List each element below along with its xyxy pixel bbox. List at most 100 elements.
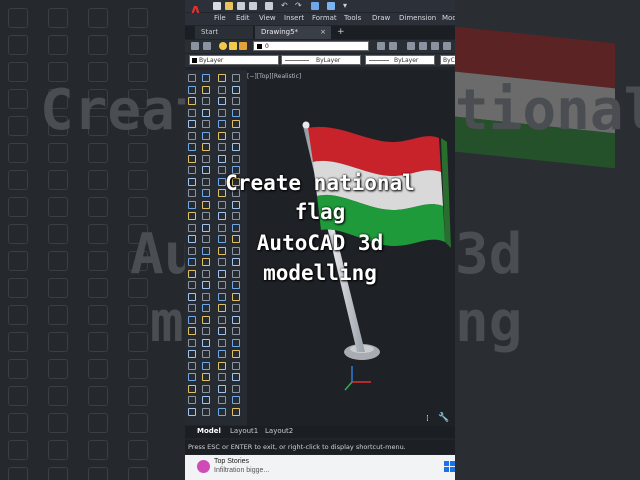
tool-button-icon[interactable]	[188, 85, 196, 94]
tool-button-icon[interactable]	[232, 327, 240, 335]
tool-button-icon[interactable]	[202, 143, 210, 151]
make-current-icon[interactable]	[377, 42, 385, 50]
tool-button-icon[interactable]	[202, 407, 210, 416]
tool-button-icon[interactable]	[218, 120, 226, 128]
tool-button-icon[interactable]	[218, 108, 226, 117]
tool-button-icon[interactable]	[218, 315, 226, 324]
color-dropdown[interactable]: ByLayer	[189, 55, 279, 65]
tab-start[interactable]: Start	[195, 26, 253, 39]
tool-button-icon[interactable]	[188, 327, 196, 335]
new-tab-icon[interactable]: +	[337, 26, 345, 39]
tool-button-icon[interactable]	[188, 223, 196, 232]
tool-button-icon[interactable]	[218, 131, 226, 140]
tool-button-icon[interactable]	[188, 338, 196, 347]
tool-button-icon[interactable]	[218, 338, 226, 347]
layer-off-icon[interactable]	[443, 42, 451, 50]
tool-button-icon[interactable]	[188, 407, 196, 416]
tool-button-icon[interactable]	[188, 108, 196, 117]
tool-button-icon[interactable]	[218, 373, 226, 381]
tool-button-icon[interactable]	[232, 315, 240, 324]
tool-button-icon[interactable]	[188, 292, 196, 301]
tool-button-icon[interactable]	[218, 143, 226, 151]
tool-button-icon[interactable]	[202, 327, 210, 335]
scrollbar-handle-icon[interactable]: ⁞	[426, 414, 429, 424]
layer-on-bulb-icon[interactable]	[219, 42, 227, 50]
tool-button-icon[interactable]	[232, 292, 240, 301]
tool-button-icon[interactable]	[188, 373, 196, 381]
menu-format[interactable]: Format	[312, 14, 337, 22]
tool-button-icon[interactable]	[202, 292, 210, 301]
menu-draw[interactable]: Draw	[372, 14, 390, 22]
tool-button-icon[interactable]	[202, 223, 210, 232]
tool-button-icon[interactable]	[188, 315, 196, 324]
menu-edit[interactable]: Edit	[236, 14, 250, 22]
plotstyle-dropdown[interactable]: ByC	[440, 55, 455, 65]
tool-button-icon[interactable]	[188, 361, 196, 370]
tool-button-icon[interactable]	[202, 373, 210, 381]
tool-button-icon[interactable]	[188, 74, 196, 82]
layer-states-icon[interactable]	[203, 42, 211, 50]
tab-model[interactable]: Model	[197, 427, 221, 435]
layer-unisolate-icon[interactable]	[431, 42, 439, 50]
tool-button-icon[interactable]	[218, 223, 226, 232]
wrench-icon[interactable]: 🔧	[438, 413, 449, 423]
tool-button-icon[interactable]	[218, 154, 226, 163]
tool-button-icon[interactable]	[218, 85, 226, 94]
tool-button-icon[interactable]	[232, 338, 240, 347]
layer-dropdown[interactable]: 0	[253, 41, 369, 51]
tool-button-icon[interactable]	[232, 223, 240, 232]
tool-button-icon[interactable]	[202, 97, 210, 105]
share-icon[interactable]	[311, 2, 319, 10]
menu-file[interactable]: File	[214, 14, 226, 22]
tool-button-icon[interactable]	[202, 74, 210, 82]
layer-isolate-icon[interactable]	[419, 42, 427, 50]
tool-button-icon[interactable]	[202, 396, 210, 404]
tool-button-icon[interactable]	[232, 143, 240, 151]
tool-button-icon[interactable]	[232, 85, 240, 94]
tool-button-icon[interactable]	[218, 292, 226, 301]
tool-button-icon[interactable]	[218, 97, 226, 105]
tool-button-icon[interactable]	[218, 74, 226, 82]
redo-icon[interactable]: ↷	[295, 2, 303, 10]
tool-button-icon[interactable]	[188, 131, 196, 140]
layer-properties-icon[interactable]	[191, 42, 199, 50]
lineweight-dropdown[interactable]: ByLayer	[365, 55, 435, 65]
layer-previous-icon[interactable]	[407, 42, 415, 50]
menu-insert[interactable]: Insert	[284, 14, 304, 22]
tool-button-icon[interactable]	[218, 396, 226, 404]
news-widget-icon[interactable]	[197, 460, 210, 473]
tool-button-icon[interactable]	[218, 384, 226, 393]
tool-button-icon[interactable]	[202, 384, 210, 393]
customize-dropdown-icon[interactable]: ▾	[343, 2, 351, 10]
tab-layout2[interactable]: Layout2	[265, 427, 293, 435]
tool-button-icon[interactable]	[232, 361, 240, 370]
tool-button-icon[interactable]	[232, 407, 240, 416]
tool-button-icon[interactable]	[188, 154, 196, 163]
tool-button-icon[interactable]	[232, 97, 240, 105]
tool-button-icon[interactable]	[202, 361, 210, 370]
tool-button-icon[interactable]	[202, 304, 210, 312]
tool-button-icon[interactable]	[232, 154, 240, 163]
menu-view[interactable]: View	[259, 14, 276, 22]
tool-button-icon[interactable]	[188, 120, 196, 128]
menu-tools[interactable]: Tools	[344, 14, 361, 22]
tool-button-icon[interactable]	[188, 384, 196, 393]
new-file-icon[interactable]	[213, 2, 221, 10]
workspace-icon[interactable]	[327, 2, 335, 10]
linetype-dropdown[interactable]: ByLayer	[281, 55, 361, 65]
tool-button-icon[interactable]	[218, 304, 226, 312]
undo-icon[interactable]: ↶	[281, 2, 289, 10]
menu-modify[interactable]: Mod	[442, 14, 455, 22]
tool-button-icon[interactable]	[218, 350, 226, 358]
tool-button-icon[interactable]	[232, 131, 240, 140]
tool-button-icon[interactable]	[188, 396, 196, 404]
windows-start-icon[interactable]	[444, 461, 455, 472]
layer-lock-icon[interactable]	[239, 42, 247, 50]
command-line[interactable]: Press ESC or ENTER to exit, or right-cli…	[185, 440, 455, 454]
tool-button-icon[interactable]	[218, 407, 226, 416]
save-as-icon[interactable]	[249, 2, 257, 10]
tool-button-icon[interactable]	[188, 350, 196, 358]
tool-button-icon[interactable]	[232, 304, 240, 312]
tool-button-icon[interactable]	[232, 396, 240, 404]
tool-button-icon[interactable]	[188, 97, 196, 105]
